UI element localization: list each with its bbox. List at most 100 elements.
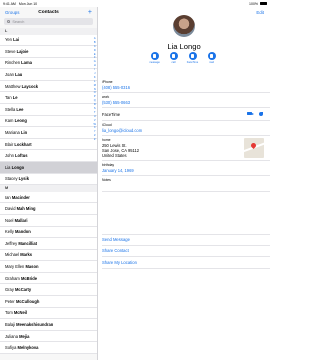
contact-row[interactable]: Sofiya Melnykova xyxy=(0,342,97,355)
contact-row[interactable]: Peter McCullough xyxy=(0,296,97,308)
index-letter[interactable]: A xyxy=(94,37,96,40)
index-letter[interactable]: B xyxy=(94,41,96,44)
index-letter[interactable]: R xyxy=(94,103,96,106)
add-contact-button[interactable]: + xyxy=(88,9,92,16)
contact-row[interactable]: Jeffrey Mancilliat xyxy=(0,238,97,250)
iphone-label: iPhone xyxy=(102,80,113,84)
contact-first-name: Tom xyxy=(5,310,13,316)
contact-last-name: Longo xyxy=(11,164,25,170)
contact-last-name: McNeil xyxy=(13,310,28,316)
field-birthday: birthday January 14, 1969 xyxy=(102,161,270,176)
index-letter[interactable]: Q xyxy=(94,99,96,102)
status-time: 9:41 AM xyxy=(3,1,16,6)
facetime-audio-icon[interactable] xyxy=(259,112,263,116)
index-letter[interactable]: V xyxy=(94,119,96,122)
contact-row[interactable]: Juliana Mejia xyxy=(0,331,97,343)
contact-row[interactable]: Kam Leong xyxy=(0,116,97,128)
index-letter[interactable]: C xyxy=(94,45,96,48)
contact-row[interactable]: Matthew Laycock xyxy=(0,81,97,93)
contact-first-name: Graham xyxy=(5,275,20,281)
share-my-location-link[interactable]: Share My Location xyxy=(102,257,270,269)
field-icloud[interactable]: iCloud lia_longo@icloud.com xyxy=(102,121,270,136)
field-notes[interactable]: Notes xyxy=(102,176,270,192)
field-work[interactable]: work (530) 555-0663 xyxy=(102,93,270,108)
index-letter[interactable]: U xyxy=(94,115,96,118)
contact-last-name: McCullough xyxy=(15,298,40,304)
contact-row[interactable]: Ian Macinder xyxy=(0,192,97,204)
contact-first-name: Steve xyxy=(5,48,16,54)
contact-row[interactable]: David Mah Ming xyxy=(0,203,97,215)
contact-row[interactable]: Stella Lee xyxy=(0,104,97,116)
field-home-address[interactable]: home 250 Lewis St. San Jose, CA 95112 Un… xyxy=(102,136,270,161)
contact-row[interactable]: Tom McNeil xyxy=(0,308,97,320)
section-index[interactable]: A B C D E F G H I J K L M N O P Q R S T U V W X Y Z # xyxy=(94,37,96,141)
map-thumbnail[interactable] xyxy=(244,138,264,158)
facetime-action-button[interactable]: FaceTime xyxy=(186,52,199,64)
contact-first-name: Peter xyxy=(5,298,15,304)
contact-row[interactable]: Graham McBride xyxy=(0,273,97,285)
message-action-button[interactable]: message xyxy=(148,52,161,64)
index-letter[interactable]: M xyxy=(94,84,96,87)
contact-row[interactable]: Blair Lockhart xyxy=(0,139,97,151)
contact-last-name: Lysik xyxy=(18,176,29,182)
contact-first-name: Rinchen xyxy=(5,60,21,66)
phone-icon xyxy=(169,52,178,60)
status-date: Mon Jun 10 xyxy=(18,1,38,6)
call-action-button[interactable]: call xyxy=(167,52,180,64)
facetime-video-icon[interactable] xyxy=(247,112,254,116)
contact-first-name: Mary Ellen xyxy=(5,264,25,270)
contact-first-name: Jeffrey xyxy=(5,240,18,246)
contact-fields: iPhone (408) 555-0316 work (530) 555-066… xyxy=(102,78,270,192)
send-message-link[interactable]: Send Message xyxy=(102,234,270,246)
index-letter[interactable]: D xyxy=(94,49,96,52)
edit-button[interactable]: Edit xyxy=(256,10,264,15)
contact-row[interactable]: Stacey Lysik xyxy=(0,174,97,186)
contact-last-name: Lockhart xyxy=(14,141,32,147)
index-letter[interactable]: Z xyxy=(94,134,96,137)
contact-row[interactable]: John Loftus xyxy=(0,150,97,163)
contact-row[interactable]: Mariana Lin xyxy=(0,127,97,139)
index-letter[interactable]: H xyxy=(94,64,96,67)
contact-first-name: Lia xyxy=(5,164,11,170)
index-letter[interactable]: I xyxy=(94,68,96,71)
contact-last-name: McCarty xyxy=(15,287,32,293)
contact-last-name: Mah Ming xyxy=(16,206,36,212)
contact-row[interactable]: Kelly Mandon xyxy=(0,227,97,239)
groups-button[interactable]: Groups xyxy=(5,10,19,15)
index-letter[interactable]: K xyxy=(94,76,96,79)
contact-last-name: Lajoie xyxy=(16,48,29,54)
contact-row[interactable]: Noel Mallari xyxy=(0,215,97,227)
contact-row[interactable]: Steve Lajoie xyxy=(0,46,97,58)
contact-row[interactable]: Yen Lai xyxy=(0,35,97,47)
contact-name: Lia Longo xyxy=(167,42,201,51)
contact-first-name: Kelly xyxy=(5,229,14,235)
field-iphone[interactable]: iPhone (408) 555-0316 xyxy=(102,78,270,93)
field-facetime: FaceTime xyxy=(102,108,270,121)
index-letter[interactable]: S xyxy=(94,107,96,110)
contacts-sidebar: Groups Contacts + Search L Yen Lai Steve … xyxy=(0,7,98,360)
contact-row[interactable]: Balaji Meenakshisundran xyxy=(0,319,97,331)
contact-row[interactable]: Joan Lau xyxy=(0,69,97,81)
index-letter[interactable]: T xyxy=(94,111,96,114)
contact-row[interactable]: Rinchen Lama xyxy=(0,58,97,70)
map-pin-icon xyxy=(249,141,258,150)
action-buttons: message call FaceTime mail xyxy=(148,52,218,64)
index-letter[interactable]: # xyxy=(94,138,96,141)
contact-row[interactable]: Mary Ellen Mason xyxy=(0,261,97,273)
contacts-list: L Yen Lai Steve Lajoie Rinchen Lama Joan La… xyxy=(0,28,97,355)
search-input[interactable]: Search xyxy=(4,18,93,25)
contact-row[interactable]: Gray McCarty xyxy=(0,284,97,297)
index-letter[interactable]: J xyxy=(94,72,96,75)
work-label: work xyxy=(102,95,110,99)
share-contact-link[interactable]: Share Contact xyxy=(102,246,270,258)
contact-last-name: Lama xyxy=(21,60,32,66)
index-letter[interactable]: L xyxy=(94,80,96,83)
contact-row[interactable]: Michael Marks xyxy=(0,250,97,262)
iphone-value[interactable]: (408) 555-0316 xyxy=(102,85,270,90)
contact-row[interactable]: Lia Longo xyxy=(0,162,97,174)
contact-last-name: Meenakshisundran xyxy=(16,322,54,328)
icloud-value[interactable]: lia_longo@icloud.com xyxy=(102,128,270,133)
contact-row[interactable]: Tan Le xyxy=(0,92,97,105)
work-value[interactable]: (530) 555-0663 xyxy=(102,100,270,105)
mail-action-button[interactable]: mail xyxy=(205,52,218,64)
